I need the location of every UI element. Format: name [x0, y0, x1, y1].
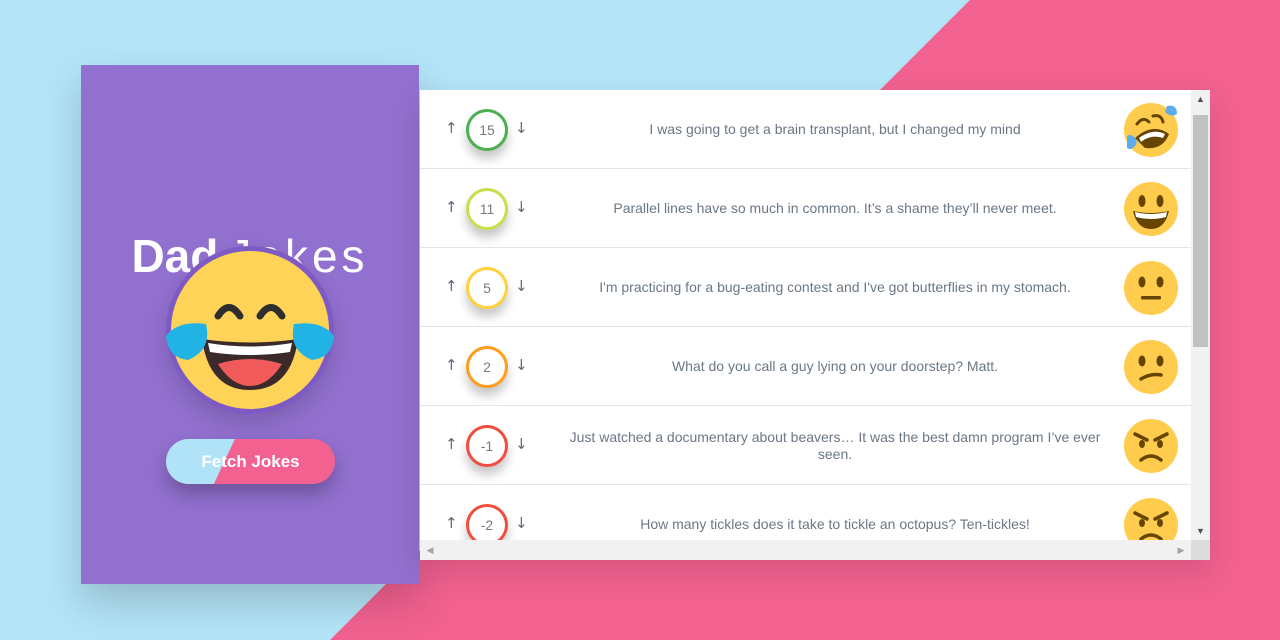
downvote-arrow-icon[interactable]: ↓	[515, 121, 528, 136]
confused-emoji-icon	[1124, 340, 1178, 394]
upvote-arrow-icon[interactable]: ↑	[445, 358, 458, 373]
joke-text: How many tickles does it take to tickle …	[640, 516, 1030, 532]
joke-row: ↑ -1 ↓ Just watched a documentary about …	[420, 406, 1191, 485]
downvote-arrow-icon[interactable]: ↓	[515, 516, 528, 531]
angry-emoji-icon	[1124, 419, 1178, 473]
scrollbar-corner	[1191, 540, 1210, 560]
vote-controls: ↑ 15 ↓	[445, 90, 555, 169]
joke-text: Parallel lines have so much in common. I…	[613, 200, 1057, 216]
scroll-left-arrow-icon[interactable]: ◀	[422, 540, 438, 560]
downvote-arrow-icon[interactable]: ↓	[515, 358, 528, 373]
joke-score: -1	[466, 425, 508, 467]
joke-row: ↑ 2 ↓ What do you call a guy lying on yo…	[420, 327, 1191, 406]
joke-score: 2	[466, 346, 508, 388]
scroll-up-arrow-icon[interactable]: ▲	[1191, 92, 1210, 106]
joke-row: ↑ 5 ↓ I'm practicing for a bug-eating co…	[420, 248, 1191, 327]
neutral-emoji-icon	[1124, 261, 1178, 315]
scroll-down-arrow-icon[interactable]: ▼	[1191, 524, 1210, 538]
scrollbar-thumb[interactable]	[1193, 115, 1208, 347]
joke-text: Just watched a documentary about beavers…	[569, 428, 1101, 462]
vertical-scrollbar[interactable]: ▲ ▼	[1191, 90, 1210, 540]
upvote-arrow-icon[interactable]: ↑	[445, 121, 458, 136]
jokes-list-panel: ↑ 15 ↓ I was going to get a brain transp…	[420, 90, 1210, 560]
angry-emoji-icon	[1124, 498, 1178, 540]
downvote-arrow-icon[interactable]: ↓	[515, 437, 528, 452]
upvote-arrow-icon[interactable]: ↑	[445, 279, 458, 294]
joke-score: -2	[466, 504, 508, 540]
vote-controls: ↑ 5 ↓	[445, 248, 555, 327]
grinning-emoji-icon	[1124, 182, 1178, 236]
vote-controls: ↑ -1 ↓	[445, 406, 555, 485]
joke-row: ↑ 11 ↓ Parallel lines have so much in co…	[420, 169, 1191, 248]
joke-text: What do you call a guy lying on your doo…	[671, 358, 999, 374]
joke-row: ↑ -2 ↓ How many tickles does it take to …	[420, 485, 1191, 540]
vote-controls: ↑ -2 ↓	[445, 485, 555, 540]
joke-score: 11	[466, 188, 508, 230]
upvote-arrow-icon[interactable]: ↑	[445, 437, 458, 452]
downvote-arrow-icon[interactable]: ↓	[515, 200, 528, 215]
joke-score: 5	[466, 267, 508, 309]
vote-controls: ↑ 2 ↓	[445, 327, 555, 406]
scroll-right-arrow-icon[interactable]: ▶	[1173, 540, 1189, 560]
upvote-arrow-icon[interactable]: ↑	[445, 516, 458, 531]
joke-text: I'm practicing for a bug-eating contest …	[599, 279, 1071, 295]
rolling-laughing-emoji-icon	[1124, 103, 1178, 157]
laughing-emoji-icon	[166, 246, 334, 414]
jokes-list[interactable]: ↑ 15 ↓ I was going to get a brain transp…	[420, 90, 1191, 540]
joke-text: I was going to get a brain transplant, b…	[649, 121, 1021, 137]
joke-row: ↑ 15 ↓ I was going to get a brain transp…	[420, 90, 1191, 169]
downvote-arrow-icon[interactable]: ↓	[515, 279, 528, 294]
horizontal-scrollbar[interactable]: ◀ ▶	[420, 540, 1191, 560]
sidebar: Dad Jokes Fetch Jokes	[81, 65, 419, 584]
joke-score: 15	[466, 109, 508, 151]
vote-controls: ↑ 11 ↓	[445, 169, 555, 248]
fetch-jokes-button[interactable]: Fetch Jokes	[166, 439, 335, 484]
upvote-arrow-icon[interactable]: ↑	[445, 200, 458, 215]
